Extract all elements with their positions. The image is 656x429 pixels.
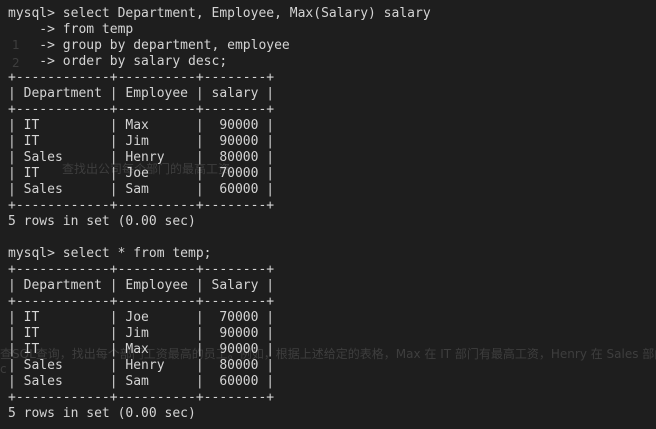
table-row: | IT | Jim | 90000 | xyxy=(8,326,275,341)
table-row: | IT | Jim | 90000 | xyxy=(8,134,275,149)
table-row: | IT | Joe | 70000 | xyxy=(8,310,275,325)
table-row: | Department | Employee | Salary | xyxy=(8,278,275,293)
command-prompt-line: mysql> select Department, Employee, Max(… xyxy=(8,6,431,21)
result-summary-line: 5 rows in set (0.00 sec) xyxy=(8,406,196,421)
table-border-line: +------------+----------+--------+ xyxy=(8,198,275,213)
table-row: | Sales | Henry | 80000 | xyxy=(8,358,275,373)
table-row: | IT | Joe | 70000 | xyxy=(8,166,275,181)
table-row: | Sales | Sam | 60000 | xyxy=(8,182,275,197)
table-border-line: +------------+----------+--------+ xyxy=(8,390,275,405)
command-continuation-line: -> order by salary desc; xyxy=(8,54,228,69)
table-row: | Sales | Sam | 60000 | xyxy=(8,374,275,389)
terminal-output: mysql> select Department, Employee, Max(… xyxy=(8,6,431,422)
result-summary-line: 5 rows in set (0.00 sec) xyxy=(8,214,196,229)
command-prompt-line: mysql> select * from temp; xyxy=(8,246,212,261)
command-continuation-line: -> group by department, employee xyxy=(8,38,290,53)
table-row: | Sales | Henry | 80000 | xyxy=(8,150,275,165)
background-text-fragment: c xyxy=(0,362,7,376)
terminal-window[interactable]: 1 2 查找出公司每个部门的最高工资 查SQL查询，找出每个部门工资最高的员工。… xyxy=(0,0,656,429)
command-continuation-line: -> from temp xyxy=(8,22,134,37)
table-border-line: +------------+----------+--------+ xyxy=(8,262,275,277)
table-border-line: +------------+----------+--------+ xyxy=(8,70,275,85)
table-row: | Department | Employee | salary | xyxy=(8,86,275,101)
table-border-line: +------------+----------+--------+ xyxy=(8,294,275,309)
table-row: | IT | Max | 90000 | xyxy=(8,118,275,133)
table-row: | IT | Max | 90000 | xyxy=(8,342,275,357)
table-border-line: +------------+----------+--------+ xyxy=(8,102,275,117)
